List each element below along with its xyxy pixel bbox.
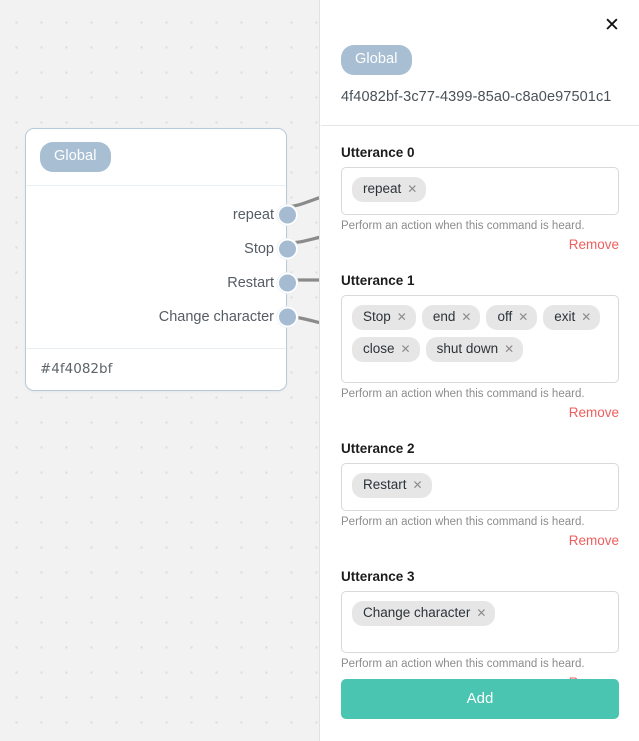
tag-remove-icon[interactable]: ✕ xyxy=(476,605,486,621)
tag-chip[interactable]: Restart ✕ xyxy=(352,473,432,499)
node-port-row[interactable]: Change character xyxy=(26,300,298,334)
node-port-handle[interactable] xyxy=(277,272,298,293)
tag-chip-label: close xyxy=(363,341,395,357)
tag-remove-icon[interactable]: ✕ xyxy=(401,341,411,357)
utterance-helper-text: Perform an action when this command is h… xyxy=(341,388,585,400)
utterance-block: Utterance 0 repeat ✕ Perform an action w… xyxy=(341,145,619,254)
details-panel: ✕ Global 4f4082bf-3c77-4399-85a0-c8a0e97… xyxy=(321,0,639,741)
remove-utterance-link[interactable]: Remove xyxy=(569,237,619,252)
tag-remove-icon[interactable]: ✕ xyxy=(413,477,423,493)
app-root: Global repeat Stop Restart Change charac… xyxy=(0,0,639,741)
tag-chip-label: Stop xyxy=(363,309,391,324)
tag-chip[interactable]: shut down ✕ xyxy=(425,337,524,363)
tag-list: repeat ✕ xyxy=(352,177,608,203)
utterance-tag-input[interactable]: Change character ✕ xyxy=(341,591,619,653)
flow-canvas[interactable]: Global repeat Stop Restart Change charac… xyxy=(0,0,320,741)
node-port-row[interactable]: Restart xyxy=(26,266,298,300)
close-icon[interactable]: ✕ xyxy=(601,14,623,36)
panel-badge-wrap: Global xyxy=(341,45,621,75)
node-port-label: Restart xyxy=(227,274,274,291)
tag-remove-icon[interactable]: ✕ xyxy=(461,309,471,325)
tag-chip-label: Restart xyxy=(363,477,407,492)
remove-utterance-link[interactable]: Remove xyxy=(569,533,619,548)
tag-list: Change character ✕ xyxy=(352,601,608,627)
tag-chip[interactable]: off ✕ xyxy=(486,305,538,331)
tag-remove-icon[interactable]: ✕ xyxy=(407,181,417,197)
tag-remove-icon[interactable]: ✕ xyxy=(581,309,591,325)
tag-list: Stop ✕ end ✕ off ✕ exit ✕ close ✕ shut d… xyxy=(352,305,608,363)
utterance-helper-text: Perform an action when this command is h… xyxy=(341,516,585,528)
panel-badge: Global xyxy=(341,45,412,75)
utterance-tag-input[interactable]: Stop ✕ end ✕ off ✕ exit ✕ close ✕ shut d… xyxy=(341,295,619,383)
node-port-handle[interactable] xyxy=(277,204,298,225)
utterance-block: Utterance 2 Restart ✕ Perform an action … xyxy=(341,441,619,550)
utterance-remove-row: Remove xyxy=(341,404,619,422)
tag-chip-label: repeat xyxy=(363,181,402,196)
utterance-helper-text: Perform an action when this command is h… xyxy=(341,658,585,670)
node-port-handle[interactable] xyxy=(277,306,298,327)
node-port-row[interactable]: repeat xyxy=(26,198,298,232)
add-utterance-button[interactable]: Add xyxy=(341,679,619,719)
tag-chip-label: end xyxy=(432,309,456,324)
utterance-helper-text: Perform an action when this command is h… xyxy=(341,220,585,232)
panel-footer: Add xyxy=(321,679,639,741)
tag-remove-icon[interactable]: ✕ xyxy=(518,309,528,325)
node-card-global[interactable]: Global repeat Stop Restart Change charac… xyxy=(25,128,298,391)
node-port-row[interactable]: Stop xyxy=(26,232,298,266)
node-footer-id: #4f4082bf xyxy=(40,360,113,377)
panel-body: Utterance 0 repeat ✕ Perform an action w… xyxy=(321,126,639,679)
tag-remove-icon[interactable]: ✕ xyxy=(504,341,514,357)
utterance-tag-input[interactable]: repeat ✕ xyxy=(341,167,619,215)
utterance-tag-input[interactable]: Restart ✕ xyxy=(341,463,619,511)
remove-utterance-link[interactable]: Remove xyxy=(569,405,619,420)
panel-header: ✕ Global 4f4082bf-3c77-4399-85a0-c8a0e97… xyxy=(321,0,639,126)
tag-remove-icon[interactable]: ✕ xyxy=(397,309,407,325)
tag-chip-label: shut down xyxy=(436,341,499,357)
utterance-remove-row: Remove xyxy=(341,532,619,550)
tag-chip[interactable]: exit ✕ xyxy=(543,305,601,331)
utterance-remove-row: Remove xyxy=(341,236,619,254)
node-port-label: Change character xyxy=(158,308,274,325)
panel-node-id: 4f4082bf-3c77-4399-85a0-c8a0e97501c1 xyxy=(341,88,612,105)
tag-chip[interactable]: Stop ✕ xyxy=(352,305,416,331)
tag-chip-label: Change character xyxy=(363,605,471,620)
utterance-title: Utterance 0 xyxy=(341,145,415,160)
utterance-block: Utterance 3 Change character ✕ Perform a… xyxy=(341,569,619,679)
node-port-handle[interactable] xyxy=(277,238,298,259)
tag-chip[interactable]: Change character ✕ xyxy=(352,601,496,627)
node-badge: Global xyxy=(40,142,111,172)
utterance-block: Utterance 1 Stop ✕ end ✕ off ✕ exit ✕ cl… xyxy=(341,273,619,422)
tag-chip[interactable]: repeat ✕ xyxy=(352,177,427,203)
canvas-panel-divider xyxy=(319,0,320,741)
utterance-title: Utterance 3 xyxy=(341,569,415,584)
tag-chip[interactable]: end ✕ xyxy=(421,305,481,331)
tag-chip[interactable]: close ✕ xyxy=(352,337,420,363)
tag-chip-label: off xyxy=(497,309,513,324)
utterance-title: Utterance 1 xyxy=(341,273,415,288)
node-port-label: repeat xyxy=(232,206,274,223)
node-port-label: Stop xyxy=(244,240,274,257)
node-port-list: repeat Stop Restart Change character xyxy=(26,186,298,349)
utterance-title: Utterance 2 xyxy=(341,441,415,456)
tag-chip-label: exit xyxy=(554,309,576,324)
node-header: Global xyxy=(26,129,286,186)
tag-list: Restart ✕ xyxy=(352,473,608,499)
